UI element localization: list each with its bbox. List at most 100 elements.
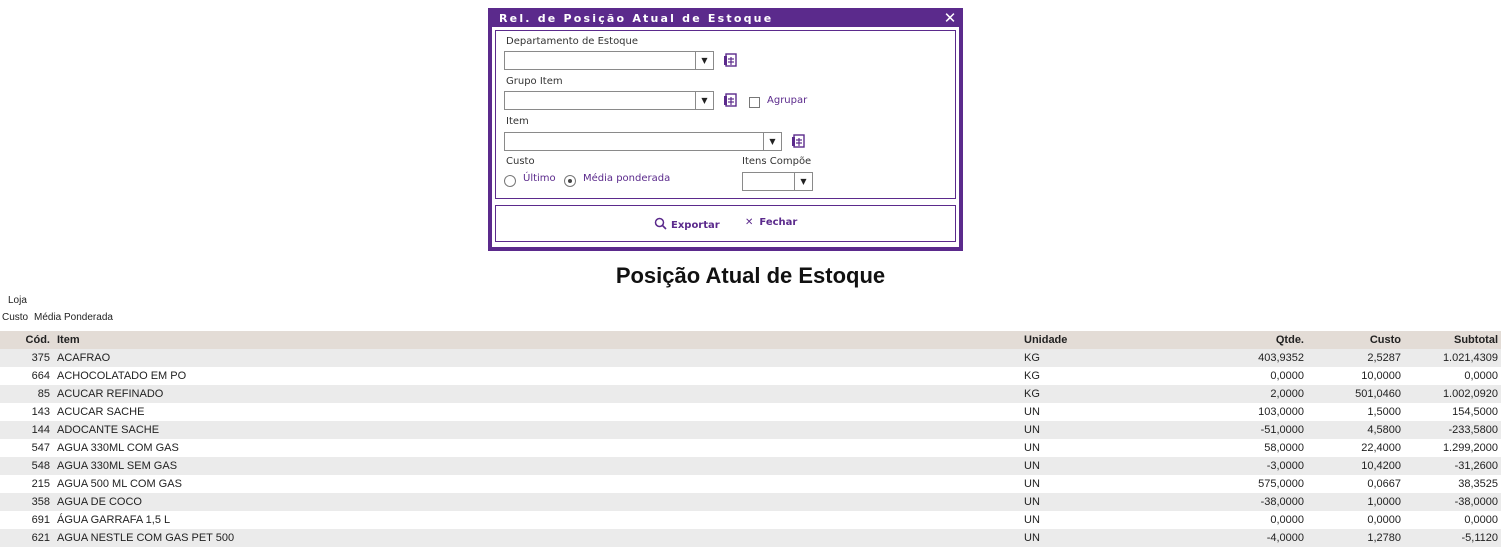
cell-item: AGUA NESTLE COM GAS PET 500 xyxy=(57,532,235,544)
col-qtde: Qtde. xyxy=(1275,334,1304,346)
dialog-title: Rel. de Posição Atual de Estoque xyxy=(499,12,774,25)
cell-custo: 0,0667 xyxy=(1367,478,1401,490)
itens-compoe-select[interactable]: ▼ xyxy=(742,172,813,191)
fechar-label: Fechar xyxy=(759,217,798,228)
actions-panel: Exportar ✕ Fechar xyxy=(495,205,956,242)
cell-cod: 621 xyxy=(31,532,50,544)
custo-meta-value: Média Ponderada xyxy=(34,312,113,323)
cell-item: ADOCANTE SACHE xyxy=(57,424,160,436)
cell-item: ACUCAR SACHE xyxy=(57,406,145,418)
cell-unidade: KG xyxy=(1024,352,1040,364)
chevron-down-icon[interactable]: ▼ xyxy=(695,52,713,69)
table-header: Cód. Item Unidade Qtde. Custo Subtotal xyxy=(0,331,1501,349)
cell-unidade: UN xyxy=(1024,532,1040,544)
cell-qtde: 0,0000 xyxy=(1270,514,1304,526)
table-row: 621 AGUA NESTLE COM GAS PET 500 UN -4,0000 1… xyxy=(0,529,1501,547)
agrupar-label[interactable]: Agrupar xyxy=(767,95,807,106)
table-row: 547 AGUA 330ML COM GAS UN 58,0000 22,4000 1.2… xyxy=(0,439,1501,457)
agrupar-checkbox[interactable] xyxy=(749,97,760,108)
table-row: 215 AGUA 500 ML COM GAS UN 575,0000 0,0667 38… xyxy=(0,475,1501,493)
report-dialog: Rel. de Posição Atual de Estoque ✕ Depar… xyxy=(488,8,963,251)
col-item: Item xyxy=(57,334,80,346)
cell-subtotal: 0,0000 xyxy=(1464,370,1498,382)
close-icon[interactable]: ✕ xyxy=(943,11,957,26)
fechar-button[interactable]: ✕ Fechar xyxy=(745,217,797,228)
cell-unidade: UN xyxy=(1024,496,1040,508)
table-row: 664 ACHOCOLATADO EM PO KG 0,0000 10,0000 0,00… xyxy=(0,367,1501,385)
chevron-down-icon[interactable]: ▼ xyxy=(763,133,781,150)
search-icon xyxy=(654,217,667,230)
cell-unidade: UN xyxy=(1024,442,1040,454)
lookup-icon[interactable] xyxy=(723,93,737,107)
exportar-button[interactable]: Exportar xyxy=(654,217,720,231)
col-subtotal: Subtotal xyxy=(1454,334,1498,346)
cell-cod: 691 xyxy=(31,514,50,526)
cell-cod: 358 xyxy=(31,496,50,508)
cell-subtotal: 38,3525 xyxy=(1458,478,1498,490)
col-cod: Cód. xyxy=(25,334,50,346)
cell-custo: 501,0460 xyxy=(1355,388,1401,400)
cell-item: ACAFRAO xyxy=(57,352,111,364)
cell-cod: 144 xyxy=(31,424,50,436)
lookup-icon[interactable] xyxy=(723,53,737,67)
cell-subtotal: -233,5800 xyxy=(1448,424,1498,436)
filter-panel: Departamento de Estoque ▼ Grupo Item ▼ A… xyxy=(495,30,956,199)
cell-item: ÁGUA GARRAFA 1,5 L xyxy=(57,514,171,526)
stock-table: Cód. Item Unidade Qtde. Custo Subtotal 3… xyxy=(0,331,1501,547)
cell-qtde: -3,0000 xyxy=(1266,460,1304,472)
cell-custo: 10,4200 xyxy=(1361,460,1401,472)
close-x-icon: ✕ xyxy=(745,217,754,228)
cell-qtde: -51,0000 xyxy=(1260,424,1304,436)
cell-item: AGUA DE COCO xyxy=(57,496,142,508)
table-row: 548 AGUA 330ML SEM GAS UN -3,0000 10,4200 -31… xyxy=(0,457,1501,475)
cell-custo: 0,0000 xyxy=(1367,514,1401,526)
table-row: 85 ACUCAR REFINADO KG 2,0000 501,0460 1.002,0… xyxy=(0,385,1501,403)
cell-item: AGUA 500 ML COM GAS xyxy=(57,478,182,490)
grupo-item-select[interactable]: ▼ xyxy=(504,91,714,110)
cell-qtde: 58,0000 xyxy=(1264,442,1304,454)
cell-subtotal: 0,0000 xyxy=(1464,514,1498,526)
cell-item: ACUCAR REFINADO xyxy=(57,388,164,400)
exportar-label: Exportar xyxy=(671,220,720,231)
table-row: 375 ACAFRAO KG 403,9352 2,5287 1.021,4309 xyxy=(0,349,1501,367)
chevron-down-icon[interactable]: ▼ xyxy=(794,173,812,190)
cell-custo: 1,0000 xyxy=(1367,496,1401,508)
cell-cod: 143 xyxy=(31,406,50,418)
table-row: 691 ÁGUA GARRAFA 1,5 L UN 0,0000 0,0000 0,000… xyxy=(0,511,1501,529)
col-custo: Custo xyxy=(1369,334,1401,346)
cell-qtde: 575,0000 xyxy=(1258,478,1304,490)
cell-item: AGUA 330ML SEM GAS xyxy=(57,460,178,472)
ultimo-radio[interactable] xyxy=(504,175,516,187)
cell-item: AGUA 330ML COM GAS xyxy=(57,442,179,454)
departamento-select[interactable]: ▼ xyxy=(504,51,714,70)
table-row: 358 AGUA DE COCO UN -38,0000 1,0000 -38,0000 xyxy=(0,493,1501,511)
cell-subtotal: -31,2600 xyxy=(1454,460,1498,472)
cell-cod: 85 xyxy=(37,388,50,400)
cell-unidade: UN xyxy=(1024,424,1040,436)
lookup-icon[interactable] xyxy=(791,134,805,148)
col-unidade: Unidade xyxy=(1024,334,1068,346)
cell-unidade: UN xyxy=(1024,460,1040,472)
cell-custo: 2,5287 xyxy=(1367,352,1401,364)
custo-label: Custo xyxy=(506,156,535,167)
cell-qtde: -38,0000 xyxy=(1260,496,1304,508)
cell-cod: 215 xyxy=(31,478,50,490)
departamento-label: Departamento de Estoque xyxy=(506,36,639,47)
cell-unidade: UN xyxy=(1024,514,1040,526)
media-ponderada-radio[interactable] xyxy=(564,175,576,187)
grupo-item-label: Grupo Item xyxy=(506,76,563,87)
cell-custo: 1,5000 xyxy=(1367,406,1401,418)
ultimo-label[interactable]: Último xyxy=(523,173,556,184)
cell-custo: 1,2780 xyxy=(1367,532,1401,544)
itens-compoe-label: Itens Compõe xyxy=(742,156,812,167)
item-select[interactable]: ▼ xyxy=(504,132,782,151)
chevron-down-icon[interactable]: ▼ xyxy=(695,92,713,109)
media-ponderada-label[interactable]: Média ponderada xyxy=(583,173,670,184)
cell-qtde: 403,9352 xyxy=(1258,352,1304,364)
cell-unidade: UN xyxy=(1024,406,1040,418)
cell-item: ACHOCOLATADO EM PO xyxy=(57,370,187,382)
item-label: Item xyxy=(506,116,529,127)
cell-subtotal: 1.002,0920 xyxy=(1442,388,1498,400)
cell-cod: 375 xyxy=(31,352,50,364)
cell-unidade: UN xyxy=(1024,478,1040,490)
